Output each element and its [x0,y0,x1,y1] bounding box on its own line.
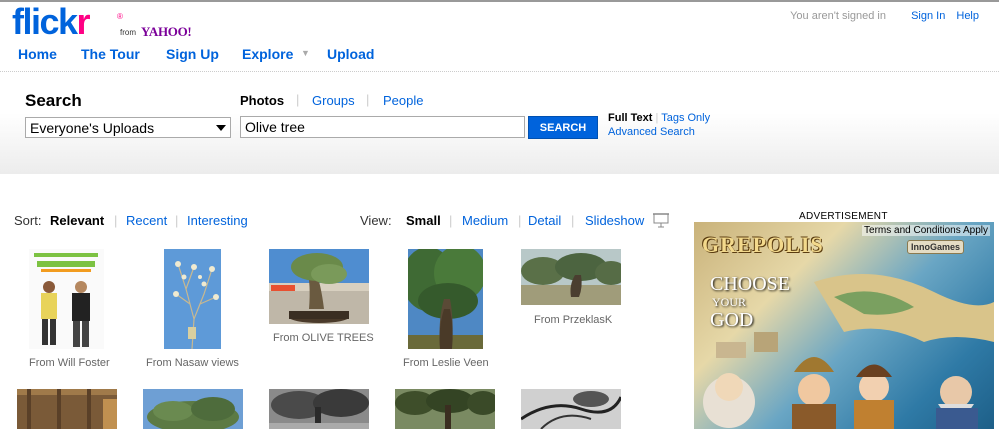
chevron-down-icon [216,125,226,131]
tab-separator: | [366,92,370,107]
sort-label: Sort: [14,213,42,228]
full-text-option[interactable]: Full Text [608,112,652,124]
view-slideshow[interactable]: Slideshow [585,213,644,228]
search-title: Search [25,91,82,110]
photo-olive-grove-icon [521,249,621,305]
photo-olive-grove-bw-icon [269,389,369,429]
result-photo-8[interactable] [269,389,369,429]
ad-slogan-line-3: GOD [710,309,754,331]
nav-tour[interactable]: The Tour [81,46,140,62]
result-photo-5[interactable] [521,249,621,305]
logo-r: r [76,1,91,42]
advertisement-banner[interactable]: Terms and Conditions Apply GREPOLIS Inno… [694,222,994,429]
view-detail[interactable]: Detail [528,213,561,228]
result-photo-7[interactable] [143,389,243,429]
result-photo-10[interactable] [521,389,621,429]
advertisement-label: ADVERTISEMENT [799,211,888,222]
photo-olive-hill-icon [143,389,243,429]
result-photo-2[interactable] [164,249,221,349]
view-medium[interactable]: Medium [462,213,508,228]
logo-text: flick [12,1,78,42]
search-mode: Full Text | Tags Only [608,112,710,124]
tab-photos[interactable]: Photos [240,93,284,108]
account-links: You aren't signed in Sign In Help [790,10,979,22]
sign-in-link[interactable]: Sign In [911,10,945,22]
search-scope-value: Everyone's Uploads [30,120,155,136]
search-input[interactable]: Olive tree [240,116,525,138]
nav-home[interactable]: Home [18,46,57,62]
sort-interesting[interactable]: Interesting [187,213,248,228]
result-photo-9[interactable] [395,389,495,429]
result-caption-1[interactable]: From Will Foster [29,357,110,369]
tab-groups[interactable]: Groups [312,93,355,108]
sort-relevant[interactable]: Relevant [50,213,104,228]
advanced-search-link[interactable]: Advanced Search [608,126,695,138]
signed-out-status: You aren't signed in [790,10,886,22]
view-label: View: [360,213,392,228]
ad-brand: GREPOLIS [702,232,824,257]
help-link[interactable]: Help [956,10,979,22]
explore-dropdown-icon[interactable]: ▼ [301,48,310,58]
tab-separator: | [296,92,300,107]
view-separator: | [449,213,453,228]
view-small[interactable]: Small [406,213,441,228]
view-separator: | [571,213,575,228]
photo-wooden-fence-icon [17,389,117,429]
photo-blossom-tree-icon [164,249,221,349]
ad-slogan-line-1: CHOOSE [710,273,791,295]
result-photo-1[interactable] [29,249,104,349]
view-separator: | [518,213,522,228]
tags-only-link[interactable]: Tags Only [661,112,710,124]
ad-slogan: CHOOSE YOUR GOD [710,274,790,330]
slideshow-icon[interactable] [653,212,669,228]
result-caption-5[interactable]: From PrzeklasK [534,314,612,326]
ad-slogan-line-2: YOUR [712,295,747,309]
tab-people[interactable]: People [383,93,423,108]
result-caption-4[interactable]: From Leslie Veen [403,357,489,369]
sort-separator: | [175,213,179,228]
ad-publisher: InnoGames [907,240,965,254]
result-photo-6[interactable] [17,389,117,429]
photo-people-promo-icon [29,249,104,349]
yahoo-logo: YAHOO! [141,24,192,39]
search-button[interactable]: SEARCH [528,116,598,139]
nav-signup[interactable]: Sign Up [166,46,219,62]
sort-separator: | [114,213,118,228]
search-scope-select[interactable]: Everyone's Uploads [25,117,231,138]
ad-terms: Terms and Conditions Apply [862,225,990,236]
photo-olive-pot-icon [269,249,369,324]
result-photo-4[interactable] [408,249,483,349]
result-caption-2[interactable]: From Nasaw views [146,357,239,369]
result-caption-3[interactable]: From OLIVE TREES [273,332,374,344]
photo-olive-branches-bw-icon [521,389,621,429]
registered-mark: ® [117,12,123,21]
result-photo-3[interactable] [269,249,369,324]
top-border [0,0,999,2]
nav-explore[interactable]: Explore [242,46,293,62]
photo-olive-trunk-icon [408,249,483,349]
photo-olive-orchard-icon [395,389,495,429]
nav-upload[interactable]: Upload [327,46,374,62]
flickr-logo[interactable]: flickr [12,1,91,42]
from-label: from [120,28,136,37]
sort-recent[interactable]: Recent [126,213,167,228]
